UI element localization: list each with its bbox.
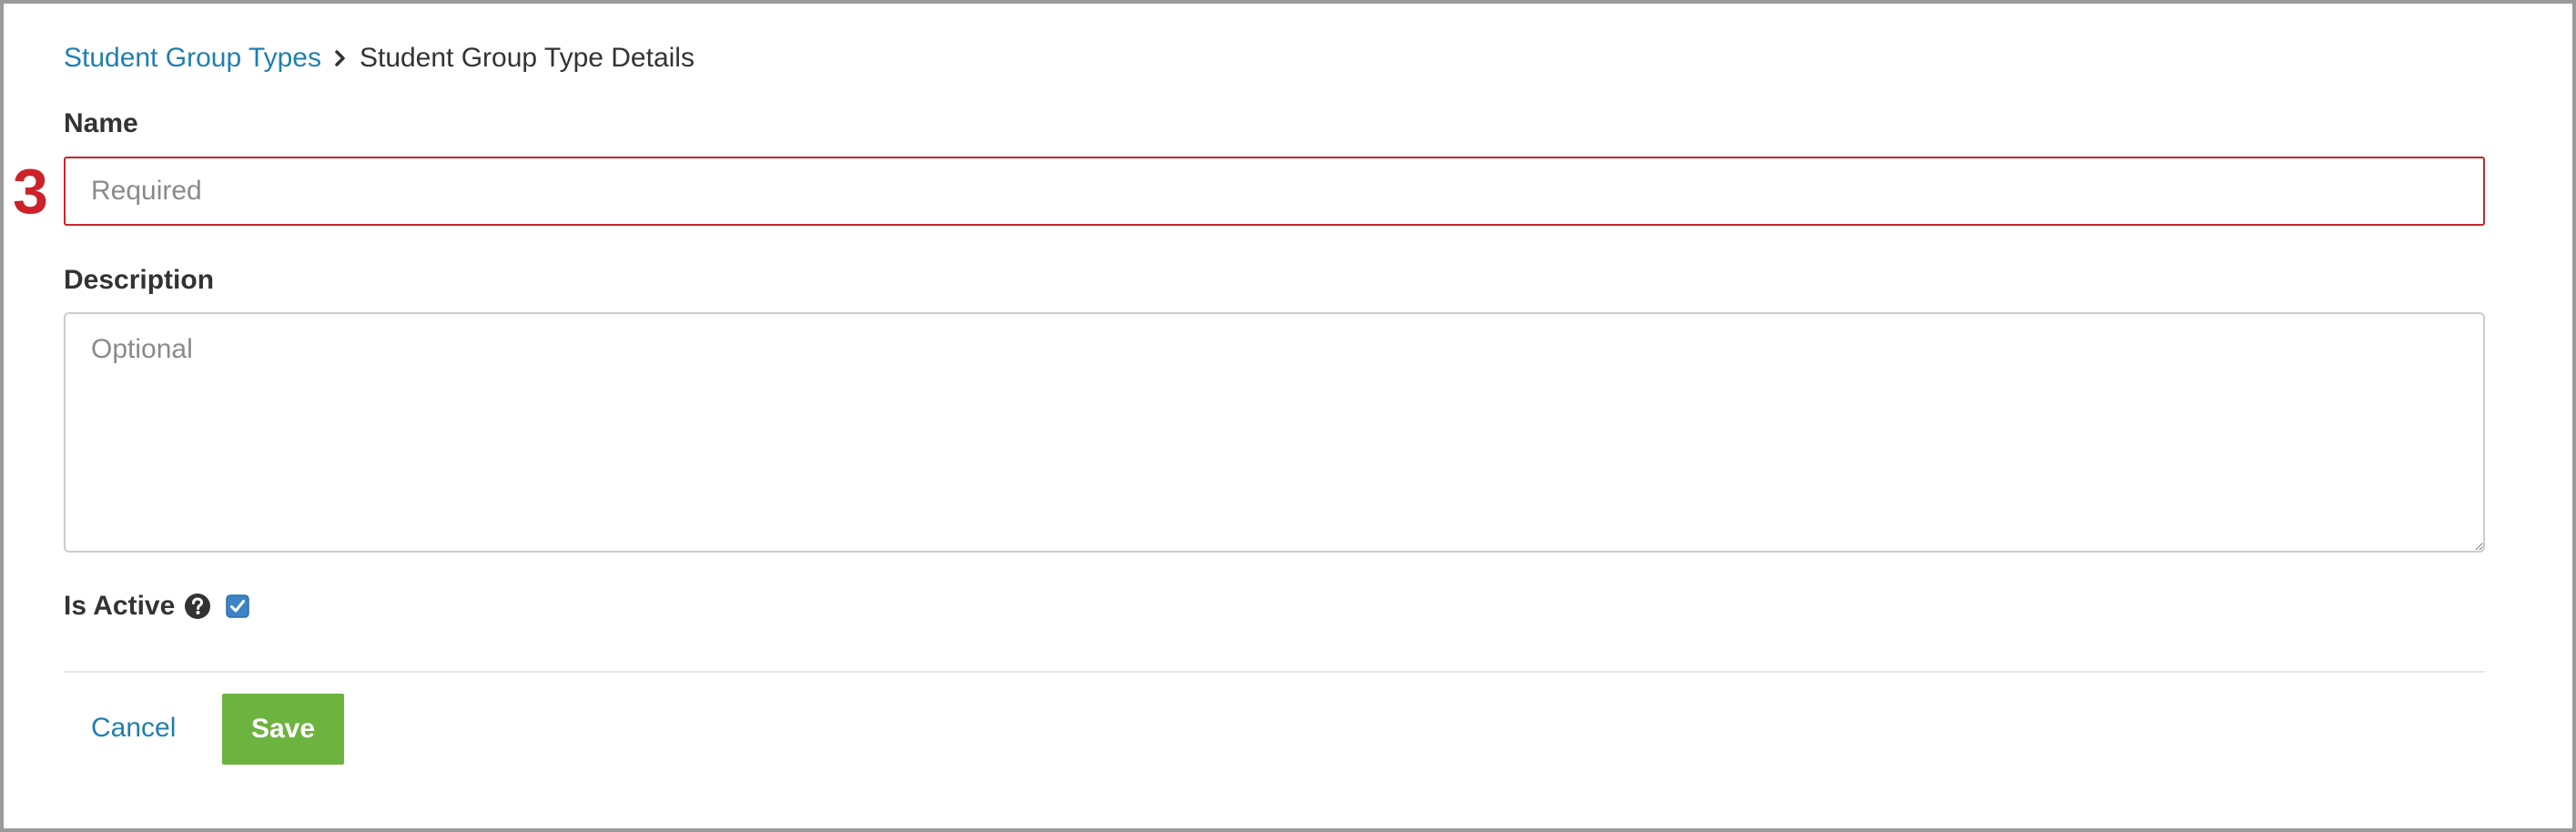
breadcrumb-link-student-group-types[interactable]: Student Group Types [64, 40, 321, 76]
cancel-button[interactable]: Cancel [91, 710, 176, 746]
is-active-row: Is Active [64, 588, 250, 624]
description-label: Description [64, 265, 215, 295]
breadcrumb-current: Student Group Type Details [359, 43, 695, 73]
is-active-checkbox[interactable] [226, 594, 250, 618]
breadcrumb: Student Group Types Student Group Type D… [64, 40, 695, 76]
checkmark-icon [226, 594, 250, 618]
description-textarea[interactable] [64, 312, 2485, 553]
name-input[interactable] [64, 157, 2485, 226]
question-circle-icon[interactable] [184, 593, 211, 620]
name-label: Name [64, 108, 138, 138]
is-active-label: Is Active [64, 591, 176, 621]
chevron-right-icon [334, 49, 347, 67]
step-marker: 3 [13, 156, 48, 227]
save-button[interactable]: Save [222, 694, 344, 765]
form-divider [64, 671, 2485, 673]
